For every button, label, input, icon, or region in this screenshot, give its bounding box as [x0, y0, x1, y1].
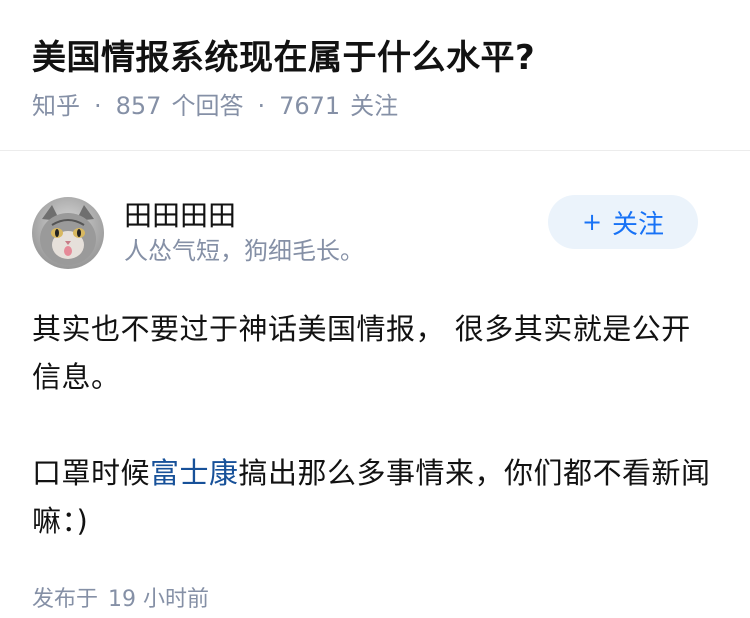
author-info: 田田田田 人怂气短，狗细毛长。 — [124, 198, 364, 268]
answer-count: 857 — [115, 92, 162, 120]
answer-text: 口罩时候 — [32, 456, 151, 490]
published-time: 19 小时前 — [108, 587, 210, 612]
answer-paragraph-1: 其实也不要过于神话美国情报， 很多其实就是公开信息。 — [32, 312, 691, 394]
follower-count-label[interactable]: 关注 — [350, 88, 398, 124]
question-meta: 知乎 · 857 个回答 · 7671 关注 — [32, 88, 718, 124]
author-name[interactable]: 田田田田 — [124, 198, 364, 234]
answer-content: 其实也不要过于神话美国情报， 很多其实就是公开信息。 口罩时候富士康搞出那么多事… — [0, 305, 750, 545]
author-bio: 人怂气短，狗细毛长。 — [124, 237, 364, 265]
answer-paragraph-2: 口罩时候富士康搞出那么多事情来，你们都不看新闻嘛：) — [32, 449, 718, 545]
answer-footer: 发布于 19 小时前 — [0, 581, 750, 613]
author-row: 田田田田 人怂气短，狗细毛长。 + 关注 — [0, 183, 750, 283]
question-header: 美国情报系统现在属于什么水平? 知乎 · 857 个回答 · 7671 关注 — [0, 0, 750, 120]
plus-icon: + — [581, 208, 603, 236]
avatar[interactable] — [32, 197, 104, 269]
answer-count-label[interactable]: 个回答 — [171, 88, 243, 124]
meta-separator: · — [257, 92, 266, 120]
follow-button[interactable]: + 关注 — [548, 195, 698, 249]
cat-avatar-icon — [32, 197, 104, 269]
topic-link[interactable]: 富士康 — [150, 456, 239, 490]
follower-count: 7671 — [279, 92, 341, 120]
published-label: 发布于 — [32, 587, 99, 612]
follow-button-label: 关注 — [612, 209, 665, 240]
meta-separator: · — [94, 92, 102, 120]
source-label[interactable]: 知乎 — [32, 88, 80, 124]
header-divider — [0, 150, 750, 151]
question-title[interactable]: 美国情报系统现在属于什么水平? — [32, 32, 718, 84]
